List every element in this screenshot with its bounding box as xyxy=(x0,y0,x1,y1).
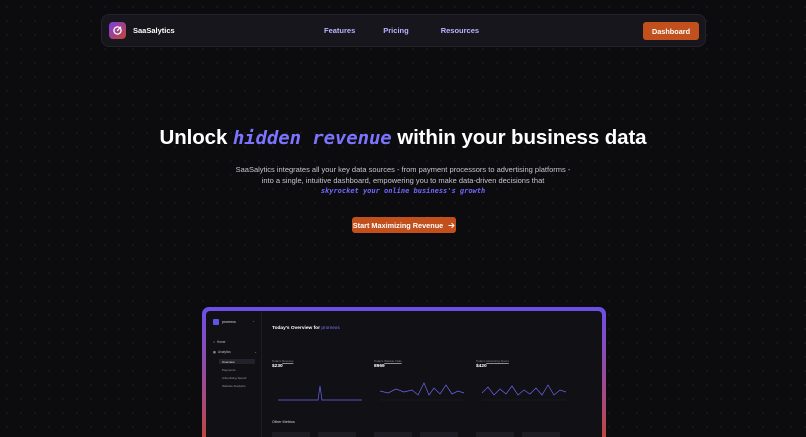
preview-title-org: promexs xyxy=(321,326,340,331)
card-value: $230 xyxy=(272,364,283,369)
org-logo-icon xyxy=(213,319,219,325)
top-navbar: SaaSalytics Features Pricing Resources D… xyxy=(101,14,706,47)
preview-sub-website-analytics[interactable]: Website Analytics xyxy=(219,383,255,388)
card-label: Today's Website Visits xyxy=(374,359,402,363)
nav-link-features[interactable]: Features xyxy=(324,26,355,35)
dashboard-preview: promexs ⌄ ⌂ Home ▦ Analytics ⌄ Overview … xyxy=(206,311,602,437)
preview-sidebar-home[interactable]: ⌂ Home xyxy=(213,340,225,344)
arrow-right-icon xyxy=(448,222,455,228)
dashboard-preview-frame: promexs ⌄ ⌂ Home ▦ Analytics ⌄ Overview … xyxy=(202,307,606,437)
preview-sub-advertising-spend[interactable]: Advertising Spend xyxy=(219,375,255,380)
landing-page: SaaSalytics Features Pricing Resources D… xyxy=(0,0,806,437)
hero-description-text: SaaSalytics integrates all your key data… xyxy=(235,165,571,185)
preview-other-metrics: Other Metrics xyxy=(272,420,295,424)
preview-main: Today's Overview for promexs Today's Rev… xyxy=(262,311,602,437)
chevron-down-icon: ⌄ xyxy=(252,319,256,323)
preview-metric-pill xyxy=(420,432,458,437)
logo-icon[interactable] xyxy=(109,22,126,39)
nav-link-resources[interactable]: Resources xyxy=(441,26,479,35)
chevron-down-icon: ⌄ xyxy=(254,350,257,354)
nav-links: Features Pricing Resources xyxy=(324,15,479,46)
hero-title: Unlock hidden revenue within your busine… xyxy=(0,126,806,150)
preview-title-pre: Today's Overview for xyxy=(272,326,320,331)
hero-title-highlight: hidden revenue xyxy=(232,127,392,149)
card-value: $420 xyxy=(476,364,487,369)
preview-metric-pill xyxy=(318,432,356,437)
preview-metric-pill xyxy=(374,432,412,437)
preview-metric-pill xyxy=(522,432,560,437)
brand-name[interactable]: SaaSalytics xyxy=(133,26,175,35)
cta-label: Start Maximizing Revenue xyxy=(352,220,444,230)
preview-sidebar-analytics-label: Analytics xyxy=(218,350,231,354)
preview-sidebar-home-label: Home xyxy=(216,340,226,344)
hero-description: SaaSalytics integrates all your key data… xyxy=(233,164,573,197)
preview-title: Today's Overview for promexs xyxy=(272,326,340,331)
card-value: 8969 xyxy=(374,364,385,369)
ad-spend-sparkline xyxy=(481,384,567,401)
preview-card-advertising-spend: Today's Advertising Spend $420 xyxy=(476,359,572,407)
card-label: Today's Advertising Spend xyxy=(476,359,509,363)
preview-org-switcher[interactable]: promexs ⌄ xyxy=(213,319,255,325)
preview-sidebar-analytics[interactable]: ▦ Analytics ⌄ xyxy=(213,350,257,354)
visits-sparkline xyxy=(379,382,465,401)
home-icon: ⌂ xyxy=(213,340,215,344)
revenue-sparkline xyxy=(278,385,362,401)
start-maximizing-revenue-button[interactable]: Start Maximizing Revenue xyxy=(352,217,456,233)
preview-metric-pill xyxy=(272,432,310,437)
preview-card-website-visits: Today's Website Visits 8969 xyxy=(374,359,470,407)
preview-metric-pill xyxy=(476,432,514,437)
preview-card-revenue: Today's Revenue $230 xyxy=(272,359,368,407)
preview-sidebar: promexs ⌄ ⌂ Home ▦ Analytics ⌄ Overview … xyxy=(206,311,262,437)
preview-org-name: promexs xyxy=(222,320,236,324)
hero-title-pre: Unlock xyxy=(159,126,228,149)
hero-title-post: within your business data xyxy=(397,126,647,149)
card-label: Today's Revenue xyxy=(272,359,294,363)
nav-link-pricing[interactable]: Pricing xyxy=(383,26,408,35)
analytics-icon: ▦ xyxy=(213,350,217,354)
dashboard-button[interactable]: Dashboard xyxy=(643,22,699,40)
preview-sub-payments[interactable]: Payments xyxy=(219,367,255,372)
preview-sub-overview[interactable]: Overview xyxy=(219,359,255,364)
hero-description-highlight: skyrocket your online business's growth xyxy=(320,187,486,195)
